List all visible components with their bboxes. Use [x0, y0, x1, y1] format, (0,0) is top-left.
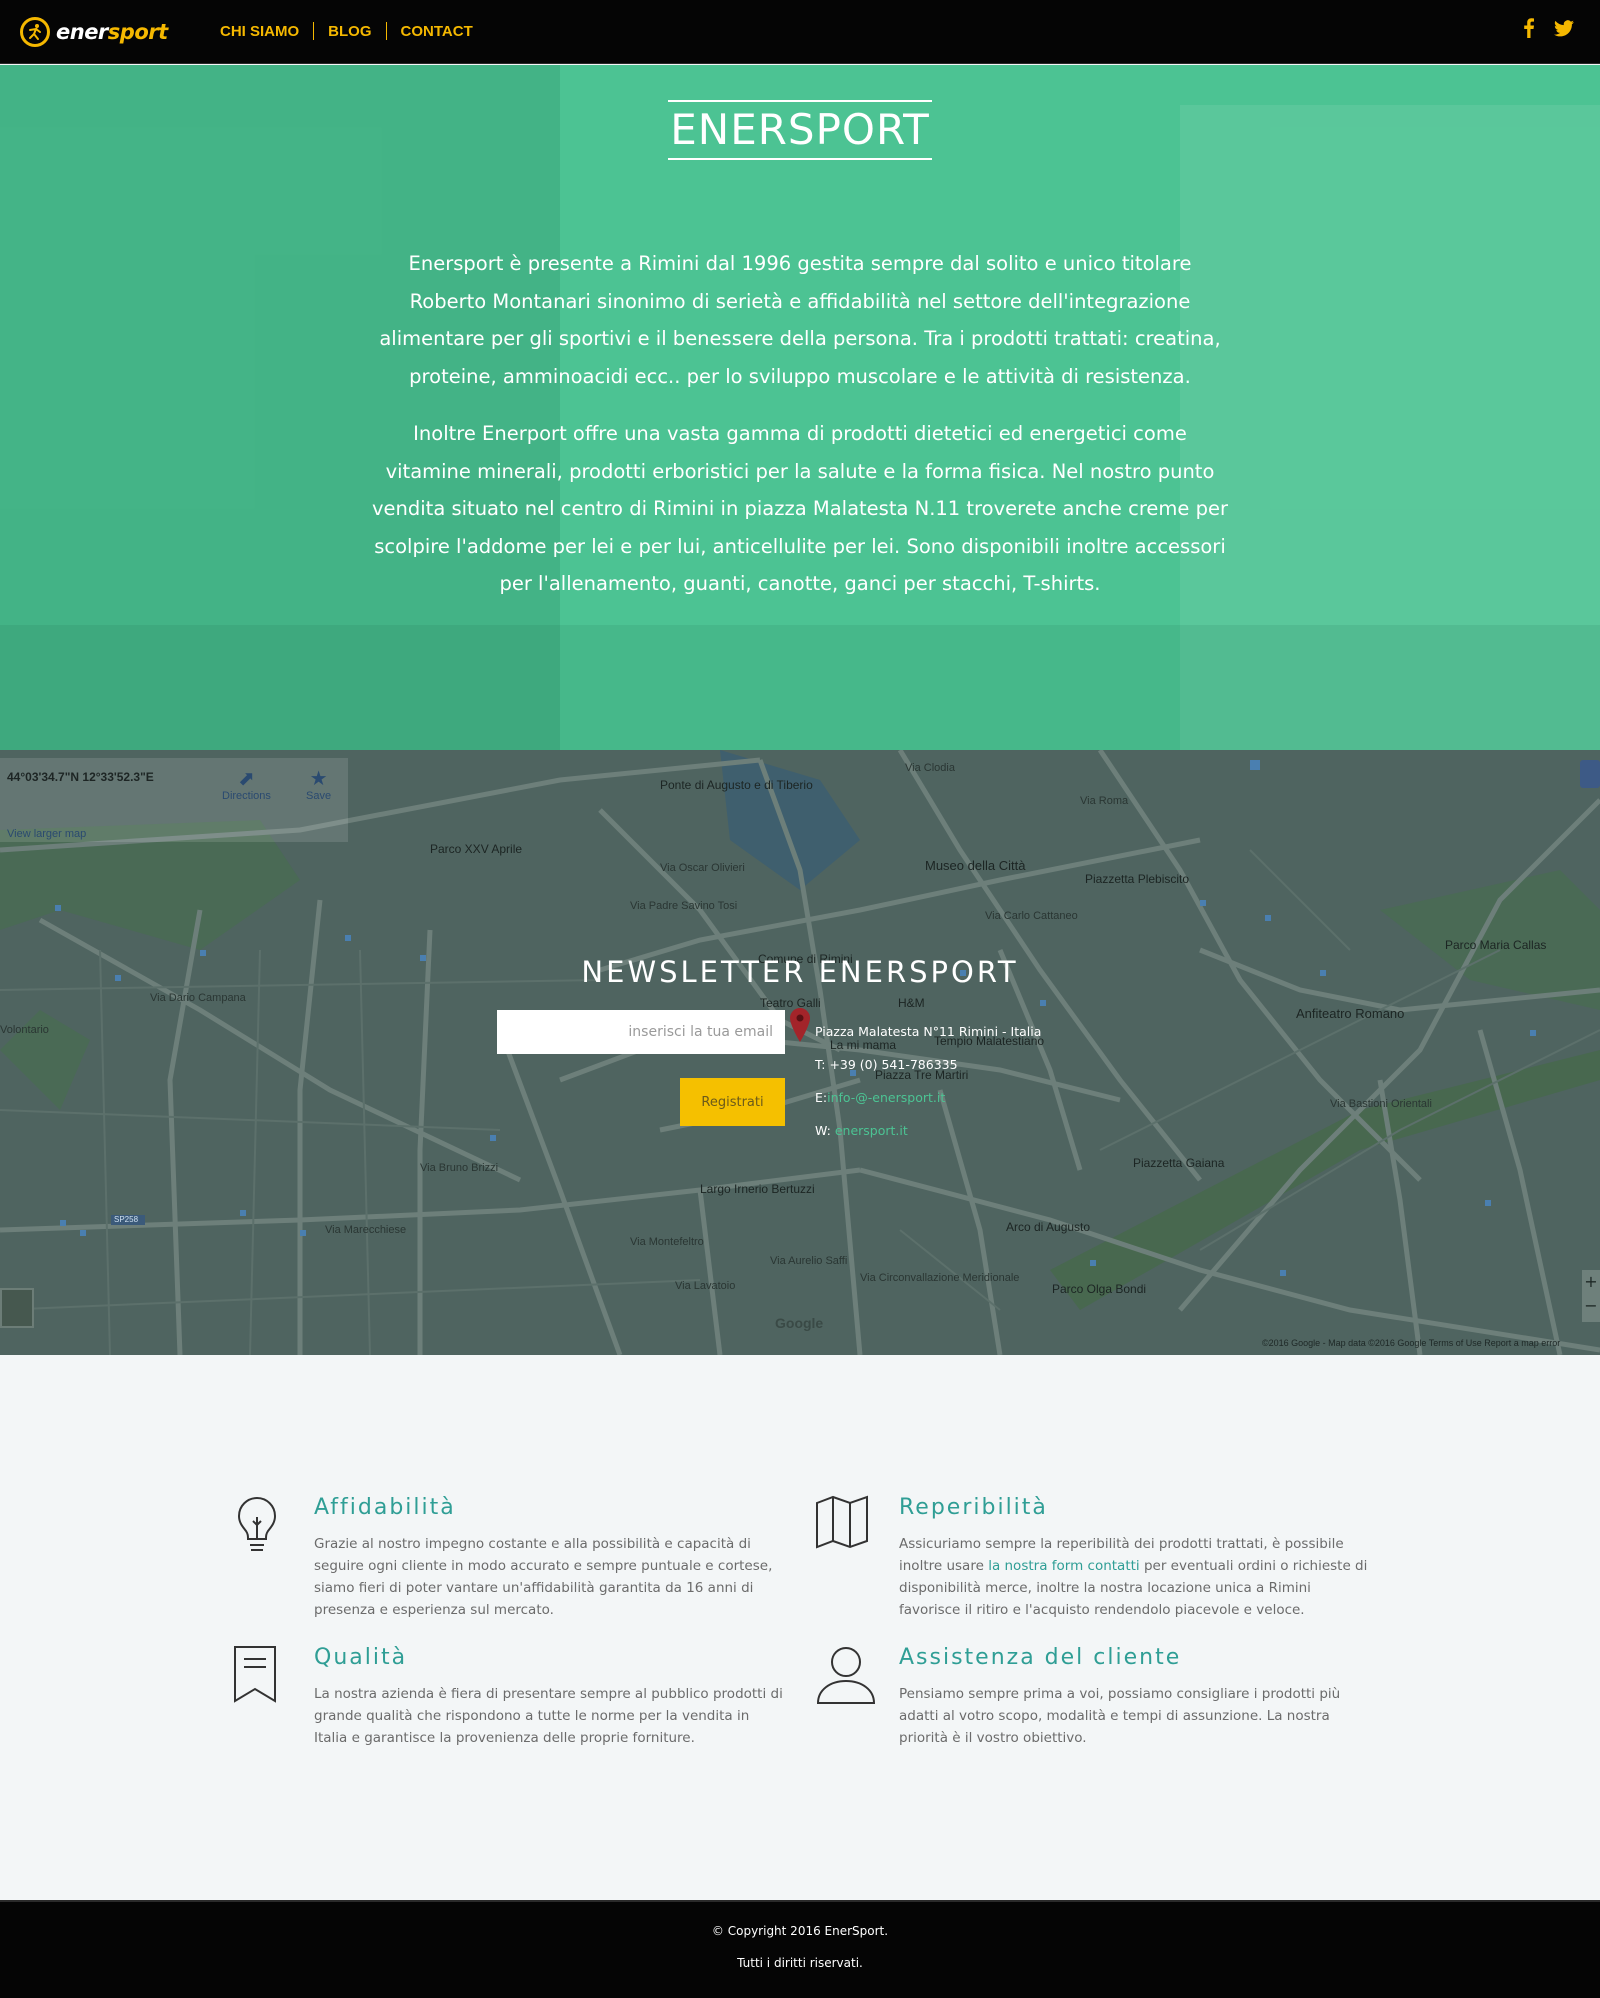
map-label: Parco XXV Aprile	[430, 842, 523, 856]
map-label: SP258	[114, 1215, 139, 1224]
map-label: Via Bruno Brizzi	[420, 1162, 499, 1174]
map-icon	[815, 1495, 869, 1553]
map-save-button[interactable]: ★ Save	[306, 768, 331, 802]
newsletter-title: NEWSLETTER ENERSPORT	[581, 955, 1019, 989]
main-menu: CHI SIAMO BLOG CONTACT	[220, 22, 473, 40]
contact-phone: T: +39 (0) 541-786335	[815, 1057, 958, 1072]
save-label: Save	[306, 790, 332, 802]
lightbulb-icon	[230, 1495, 284, 1559]
google-map[interactable]: 44°03'34.7"N 12°33'52.3"E ⬈ Directions ★…	[0, 750, 1600, 1355]
zoom-in-icon[interactable]: +	[1582, 1270, 1600, 1294]
feature-title: Qualità	[314, 1645, 408, 1670]
map-label: Arco di Augusto	[1006, 1220, 1091, 1234]
map-label: Piazzetta Gaiana	[1133, 1156, 1225, 1170]
map-label: Via Padre Savino Tosi	[630, 900, 738, 912]
menu-divider	[313, 22, 315, 40]
map-label: H&M	[898, 996, 925, 1010]
feature-text: Grazie al nostro impegno costante e alla…	[314, 1536, 773, 1618]
map-directions-button[interactable]: ⬈ Directions	[222, 768, 271, 802]
facebook-icon[interactable]	[1524, 18, 1534, 42]
directions-label: Directions	[222, 790, 271, 802]
map-label: Via Marecchiese	[325, 1224, 407, 1236]
map-attribution[interactable]: ©2016 Google - Map data ©2016 Google Ter…	[1262, 1338, 1560, 1348]
newsletter-email-input[interactable]	[497, 1010, 785, 1054]
hero-section: ENERSPORT Enersport è presente a Rimini …	[0, 65, 1600, 750]
map-label: Anfiteatro Romano	[1296, 1006, 1405, 1021]
feature-text: Assicuriamo sempre la reperibilità dei p…	[899, 1533, 1369, 1621]
hero-paragraph-1: Enersport è presente a Rimini dal 1996 g…	[379, 252, 1221, 388]
contact-email-row: E:info-@-enersport.it	[815, 1081, 1041, 1114]
top-navbar: enersport CHI SIAMO BLOG CONTACT	[0, 0, 1600, 64]
map-label: Via Oscar Olivieri	[660, 862, 745, 874]
map-label: Via Roma	[1080, 795, 1129, 807]
map-label: Via Lavatoio	[675, 1280, 736, 1292]
map-label: Parco Olga Bondi	[1052, 1282, 1147, 1296]
contact-web-prefix: W:	[815, 1123, 831, 1138]
feature-title: Affidabilità	[314, 1495, 456, 1520]
map-pin-icon	[790, 1008, 810, 1046]
map-label: Ponte di Augusto e di Tiberio	[660, 778, 813, 792]
view-larger-map-link[interactable]: View larger map	[7, 828, 86, 840]
street-view-pegman-icon[interactable]	[1580, 760, 1600, 788]
logo-runner-icon	[20, 17, 50, 47]
feature-text: Pensiamo sempre prima a voi, possiamo co…	[899, 1686, 1341, 1746]
map-coordinates: 44°03'34.7"N 12°33'52.3"E	[7, 770, 154, 784]
map-label: Museo della Città	[925, 858, 1026, 873]
contact-email-prefix: E:	[815, 1090, 828, 1105]
page-footer: © Copyright 2016 EnerSport. Tutti i diri…	[0, 1900, 1600, 1998]
google-logo: Google	[775, 1315, 824, 1331]
map-label: Largo Irnerio Bertuzzi	[700, 1182, 815, 1196]
map-label: Via Carlo Cattaneo	[985, 910, 1078, 922]
map-label: Via Clodia	[905, 762, 955, 774]
map-zoom-control[interactable]: + −	[1582, 1270, 1600, 1322]
footer-copyright: © Copyright 2016 EnerSport.	[711, 1924, 889, 1938]
contact-email-link[interactable]: info-@-enersport.it	[827, 1090, 945, 1105]
zoom-out-icon[interactable]: −	[1582, 1294, 1600, 1318]
contact-info: Piazza Malatesta N°11 Rimini - Italia T:…	[815, 1015, 1041, 1147]
map-label: Via Dario Campana	[150, 992, 246, 1004]
contact-address: Piazza Malatesta N°11 Rimini - Italia	[815, 1024, 1042, 1039]
hero-background-shade	[0, 625, 1600, 750]
footer-rights: Tutti i diritti riservati.	[737, 1956, 863, 1970]
star-icon: ★	[309, 768, 328, 790]
map-label: Via Circonvallazione Meridionale	[860, 1272, 1020, 1284]
twitter-icon[interactable]	[1554, 19, 1574, 41]
features-section: Affidabilità Grazie al nostro impegno co…	[0, 1355, 1600, 1900]
user-icon	[815, 1645, 877, 1709]
map-label: Piazzetta Plebiscito	[1085, 872, 1190, 886]
contact-form-link[interactable]: la nostra form contatti	[988, 1558, 1139, 1574]
map-label: Via Montefeltro	[630, 1236, 704, 1248]
hero-title-wrap: ENERSPORT	[0, 100, 1600, 160]
map-label: Via Aurelio Saffi	[770, 1255, 848, 1267]
feature-title: Assistenza del cliente	[899, 1645, 1182, 1670]
hero-paragraph-2: Inoltre Enerport offre una vasta gamma d…	[371, 422, 1229, 595]
menu-divider	[385, 22, 387, 40]
contact-web-row: W: enersport.it	[815, 1114, 1041, 1147]
hero-description: Enersport è presente a Rimini dal 1996 g…	[370, 245, 1230, 623]
hero-title: ENERSPORT	[668, 100, 932, 160]
satellite-toggle[interactable]	[0, 1288, 34, 1328]
enersport-logo[interactable]: enersport	[20, 16, 168, 48]
menu-item-chi-siamo[interactable]: CHI SIAMO	[220, 23, 299, 40]
map-label: Volontario	[0, 1024, 49, 1036]
directions-icon: ⬈	[238, 768, 255, 790]
menu-item-blog[interactable]: BLOG	[328, 23, 371, 40]
bookmark-icon	[230, 1645, 280, 1707]
social-links	[1524, 18, 1574, 42]
menu-item-contact[interactable]: CONTACT	[401, 23, 473, 40]
map-label: Via Bastioni Orientali	[1330, 1098, 1432, 1110]
logo-text-sport: sport	[107, 20, 168, 44]
newsletter-register-button[interactable]: Registrati	[680, 1078, 785, 1126]
logo-text-ener: ener	[56, 20, 108, 44]
feature-text: La nostra azienda è fiera di presentare …	[314, 1686, 783, 1746]
contact-web-link[interactable]: enersport.it	[835, 1123, 908, 1138]
feature-title: Reperibilità	[899, 1495, 1048, 1520]
map-label: Parco Maria Callas	[1445, 938, 1547, 952]
